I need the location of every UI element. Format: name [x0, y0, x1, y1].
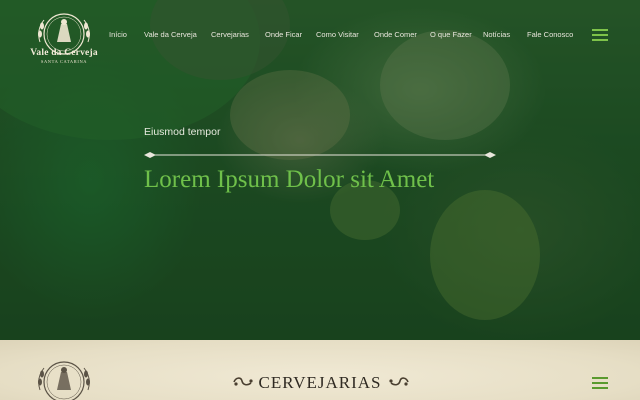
cervejarias-section: CERVEJARIAS	[0, 340, 640, 400]
logo-subtitle: SANTA CATARINA	[40, 59, 88, 64]
nav-item-onde-comer[interactable]: Onde Comer	[374, 30, 417, 39]
hero-divider-ornament	[144, 152, 496, 158]
hero-headline: Lorem Ipsum Dolor sit Amet	[144, 166, 435, 193]
nav-item-como-visitar[interactable]: Como Visitar	[316, 30, 359, 39]
nav-item-o-que-fazer[interactable]: O que Fazer	[430, 30, 472, 39]
hero-eyebrow: Eiusmod tempor	[144, 126, 221, 138]
hamburger-icon[interactable]	[592, 29, 608, 41]
top-navigation: Vale da Cerveja SANTA CATARINA Início Va…	[0, 0, 640, 70]
ornament-right-icon	[389, 377, 409, 386]
nav-item-cervejarias[interactable]: Cervejarias	[211, 30, 249, 39]
nav-item-fale-conosco[interactable]: Fale Conosco	[527, 30, 573, 39]
nav-item-onde-ficar[interactable]: Onde Ficar	[265, 30, 302, 39]
logo-title: Vale da Cerveja	[30, 48, 98, 58]
section-title: CERVEJARIAS	[258, 373, 382, 392]
nav-item-noticias[interactable]: Notícias	[483, 30, 510, 39]
hero-banner: Vale da Cerveja SANTA CATARINA Início Va…	[0, 0, 640, 340]
nav-item-inicio[interactable]: Início	[109, 30, 127, 39]
hamburger-icon-section[interactable]	[592, 377, 608, 389]
nav-item-vale-da-cerveja[interactable]: Vale da Cerveja	[144, 30, 197, 39]
